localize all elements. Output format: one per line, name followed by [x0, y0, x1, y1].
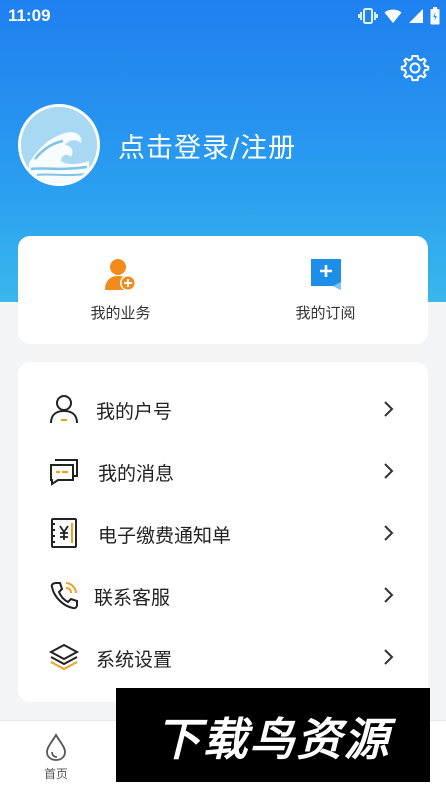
user-add-icon	[105, 259, 136, 291]
menu-label-messages: 我的消息	[98, 463, 175, 485]
menu-item-system-settings[interactable]: 系统设置	[18, 626, 428, 688]
quick-actions-card: 我的业务 我的订阅	[18, 236, 428, 344]
chevron-right-icon	[384, 525, 394, 541]
subscribe-bookmark-icon	[311, 259, 341, 290]
battery-icon	[430, 7, 440, 25]
menu-label-system-settings: 系统设置	[96, 649, 173, 671]
tab-home-label: 首页	[43, 767, 68, 781]
chevron-right-icon	[384, 463, 394, 479]
avatar[interactable]	[18, 104, 100, 186]
person-icon	[50, 395, 78, 424]
watermark-banner: 下载鸟资源	[116, 688, 430, 782]
wave-avatar-icon	[21, 107, 97, 183]
layers-icon	[48, 643, 80, 671]
gear-icon	[400, 55, 430, 82]
chevron-right-icon	[384, 649, 394, 665]
menu-label-account: 我的户号	[96, 401, 173, 423]
vibrate-icon	[358, 8, 378, 24]
message-icon	[50, 459, 78, 486]
status-icons	[358, 7, 440, 25]
my-subscription-button[interactable]: 我的订阅	[223, 236, 428, 344]
wifi-icon	[384, 9, 402, 23]
menu-item-messages[interactable]: 我的消息	[18, 440, 428, 502]
watermark-text: 下载鸟资源	[155, 712, 391, 766]
bill-yen-icon	[51, 518, 77, 548]
menu-card: 我的户号 我的消息 电子缴费通知单 联系客服 系统设置	[18, 362, 428, 702]
water-drop-icon	[46, 733, 66, 761]
chevron-right-icon	[384, 401, 394, 417]
my-business-label: 我的业务	[90, 304, 151, 322]
phone-icon	[50, 582, 78, 610]
menu-label-customer-service: 联系客服	[94, 587, 171, 609]
my-business-button[interactable]: 我的业务	[18, 236, 223, 344]
menu-label-bill-notice: 电子缴费通知单	[98, 525, 232, 547]
login-register-link[interactable]: 点击登录/注册	[118, 126, 296, 165]
signal-icon	[409, 9, 423, 23]
status-bar: 11:09	[0, 0, 446, 32]
tab-home[interactable]: 首页	[30, 733, 82, 783]
settings-button[interactable]	[400, 53, 430, 83]
status-time: 11:09	[8, 6, 51, 25]
menu-item-account[interactable]: 我的户号	[18, 378, 428, 440]
menu-item-bill-notice[interactable]: 电子缴费通知单	[18, 502, 428, 564]
chevron-right-icon	[384, 587, 394, 603]
my-subscription-label: 我的订阅	[295, 304, 356, 322]
menu-item-customer-service[interactable]: 联系客服	[18, 564, 428, 626]
